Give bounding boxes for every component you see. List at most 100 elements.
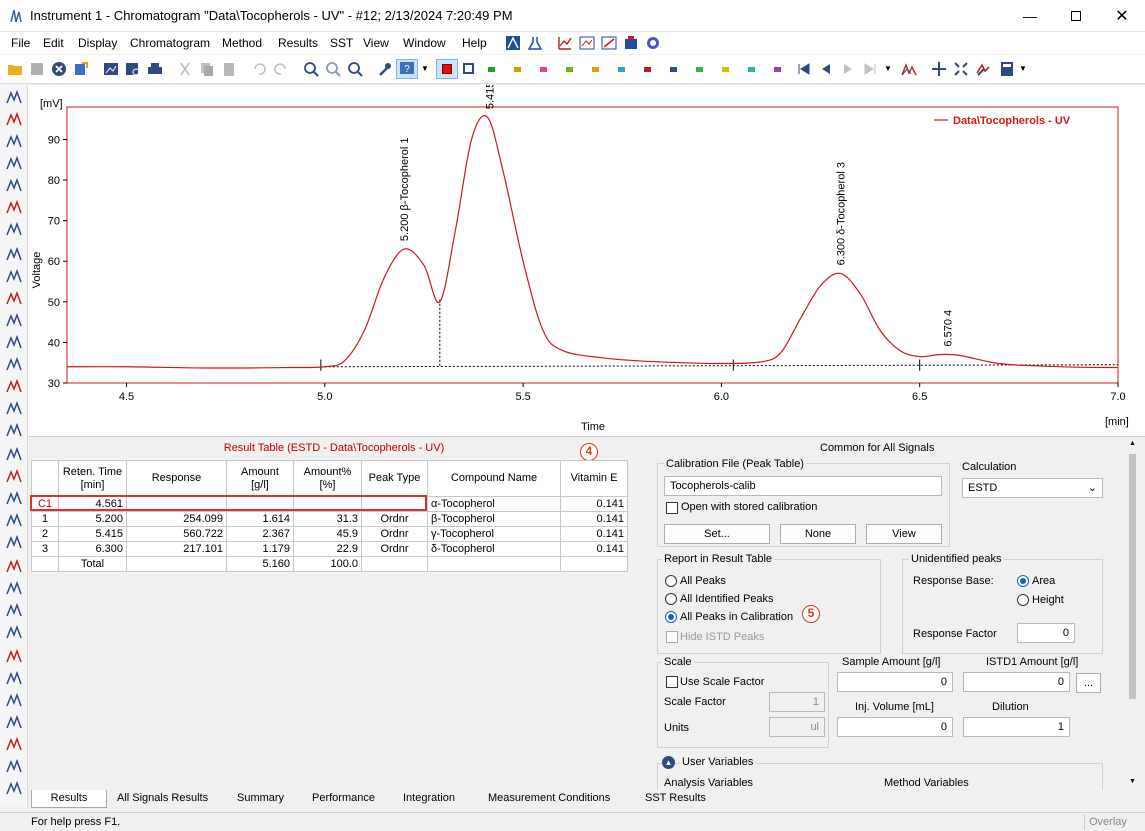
export-icon[interactable] [73,61,89,77]
zoom-in-icon[interactable] [303,61,319,77]
close-button[interactable]: ✕ [1099,0,1145,32]
help-mode-button[interactable]: ? [396,59,418,79]
next-icon[interactable] [840,61,856,77]
scale-factor-input[interactable]: 1 [769,692,825,712]
table-row[interactable]: 3 6.300 217.101 1.179 22.9 Ordnr δ-Tocopherol 0… [31,541,628,557]
menu-sst[interactable]: SST [330,36,353,50]
undo-icon[interactable] [251,61,267,77]
color-swatch-icon[interactable] [644,67,651,72]
tool-peak-icon[interactable] [5,579,23,597]
set-button[interactable]: Set... [664,524,770,544]
settings-scrollbar[interactable]: ▲ ▼ [1125,438,1141,790]
tool-peak-icon[interactable] [5,220,23,238]
radio-area[interactable] [1017,575,1029,587]
color-swatch-icon[interactable] [670,67,677,72]
tool-peak-icon[interactable] [5,779,23,797]
inj-volume-input[interactable]: 0 [837,717,953,737]
sample-amount-input[interactable]: 0 [837,672,953,692]
tool-peak-icon[interactable] [5,691,23,709]
color-swatch-icon[interactable] [514,67,521,72]
tab-all-signals-results[interactable]: All Signals Results [109,790,216,808]
close-file-icon[interactable] [51,61,67,77]
tool-peak-icon[interactable] [5,623,23,641]
color-swatch-icon[interactable] [722,67,729,72]
tool-peak-icon[interactable] [5,311,23,329]
print-icon[interactable] [147,61,163,77]
tool-peak-icon[interactable] [5,333,23,351]
menu-method[interactable]: Method [222,36,262,50]
col-compound[interactable]: Compound Name [427,460,561,497]
tool-peak-icon[interactable] [5,355,23,373]
none-button[interactable]: None [780,524,856,544]
zoom-fit-icon[interactable] [347,61,363,77]
print-preview-icon[interactable] [125,61,141,77]
tool-peak-icon[interactable] [5,154,23,172]
redo-icon[interactable] [273,61,289,77]
tool-peak-icon[interactable] [5,198,23,216]
view-button[interactable]: View [866,524,942,544]
previous-icon[interactable] [818,61,834,77]
minimize-button[interactable]: — [1007,0,1053,32]
tool-peak-icon[interactable] [5,757,23,775]
radio-all-peaks[interactable] [665,575,677,587]
calculator-icon[interactable] [999,61,1015,77]
tool-peak-icon[interactable] [5,399,23,417]
col-retention[interactable]: Reten. Time [min] [58,460,127,497]
color-swatch-icon[interactable] [696,67,703,72]
tool-peak-icon[interactable] [5,176,23,194]
menu-chromatogram[interactable]: Chromatogram [130,36,210,50]
tool-peak-icon[interactable] [5,267,23,285]
tool-peak-icon[interactable] [5,289,23,307]
calibration-file-input[interactable]: Tocopherols-calib [664,476,942,496]
outline-square-icon[interactable] [463,63,474,74]
tool-peak-icon[interactable] [5,713,23,731]
menu-display[interactable]: Display [78,36,117,50]
scroll-thumb[interactable] [1129,454,1136,699]
chromatogram-panel[interactable]: 30 40 50 60 70 80 90 4.5 5.0 5.5 6.0 6.5 7.0 5.200 … [28,85,1145,437]
tool-peak-icon[interactable] [5,511,23,529]
radio-all-identified[interactable] [665,593,677,605]
col-amount[interactable]: Amount [g/l] [226,460,294,497]
tool-peak-icon[interactable] [5,245,23,263]
color-swatch-icon[interactable] [618,67,625,72]
table-row[interactable]: 2 5.415 560.722 2.367 45.9 Ordnr γ-Tocopherol 0… [31,526,628,542]
save-icon[interactable] [29,61,45,77]
scroll-up-icon[interactable]: ▲ [1129,440,1136,447]
tool-peak-icon[interactable] [5,735,23,753]
calculation-select[interactable]: ESTD ⌄ [962,478,1103,498]
color-swatch-icon[interactable] [566,67,573,72]
last-icon[interactable] [862,61,878,77]
maximize-button[interactable] [1053,0,1099,32]
color-swatch-icon[interactable] [488,67,495,72]
cut-icon[interactable] [177,61,193,77]
tab-performance[interactable]: Performance [304,790,383,808]
tab-results[interactable]: Results [31,790,107,808]
radio-all-in-calibration[interactable] [665,611,677,623]
radio-height[interactable] [1017,594,1029,606]
tool-peak-icon[interactable] [5,110,23,128]
nav-dropdown-icon[interactable]: ▼ [884,64,892,73]
tool-peak-icon[interactable] [5,489,23,507]
result-table[interactable]: Reten. Time [min] Response Amount [g/l] Am… [31,460,628,572]
tab-integration[interactable]: Integration [395,790,463,808]
overlay-chart-icon[interactable] [901,61,917,77]
units-input[interactable]: ul [769,717,825,737]
chart-edit-icon[interactable] [601,35,617,51]
col-response[interactable]: Response [126,460,227,497]
first-icon[interactable] [796,61,812,77]
tool-peak-icon[interactable] [5,647,23,665]
dilution-input[interactable]: 1 [963,717,1070,737]
settings-chart-icon[interactable] [975,61,991,77]
move-icon[interactable] [931,61,947,77]
calibration-icon[interactable] [505,35,521,51]
table-row[interactable]: 1 5.200 254.099 1.614 31.3 Ordnr β-Tocopherol 0… [31,511,628,527]
table-row[interactable]: Total 5.160 100.0 [31,556,628,572]
tool-peak-icon[interactable] [5,421,23,439]
zoom-out-icon[interactable] [325,61,341,77]
color-swatch-icon[interactable] [540,67,547,72]
color-swatch-icon[interactable] [774,67,781,72]
tool-peak-icon[interactable] [5,88,23,106]
dropdown-arrow-icon[interactable]: ▼ [421,64,429,73]
flask-icon[interactable] [527,35,543,51]
tab-measurement-conditions[interactable]: Measurement Conditions [480,790,618,808]
